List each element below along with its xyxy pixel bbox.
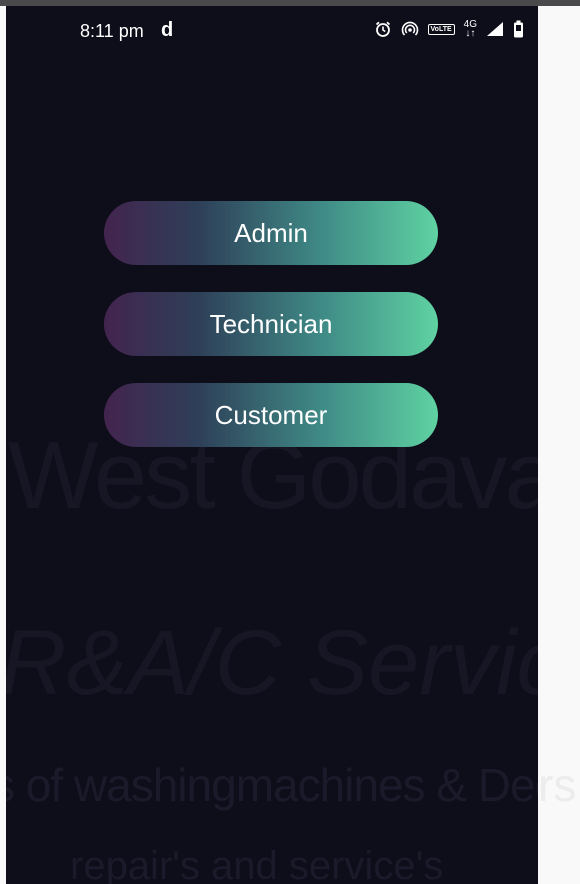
technician-button[interactable]: Technician [104, 292, 438, 356]
status-bar: 8:11 pm d VoLTE 4G ↓↑ [6, 6, 538, 58]
battery-icon [514, 20, 523, 38]
volte-icon: VoLTE [427, 23, 455, 35]
background-tagline-2: repair's and service's [70, 844, 444, 884]
status-time: 8:11 pm [80, 21, 144, 41]
background-tagline: s of washingmachines & Deepfreze [6, 759, 538, 811]
app-notification-icon: d [161, 19, 174, 41]
alarm-icon [375, 21, 390, 37]
signal-icon [487, 22, 503, 36]
customer-button[interactable]: Customer [104, 383, 438, 447]
hotspot-icon [401, 21, 418, 36]
app-screen: West Godavari R&A/C Service s of washing… [6, 6, 538, 884]
background-subtitle: R&A/C Service [6, 612, 538, 714]
background-tagline-overflow: rs [538, 759, 577, 811]
status-icons: VoLTE 4G ↓↑ [374, 19, 524, 39]
admin-button[interactable]: Admin [104, 201, 438, 265]
network-4g-icon: 4G ↓↑ [463, 19, 477, 39]
